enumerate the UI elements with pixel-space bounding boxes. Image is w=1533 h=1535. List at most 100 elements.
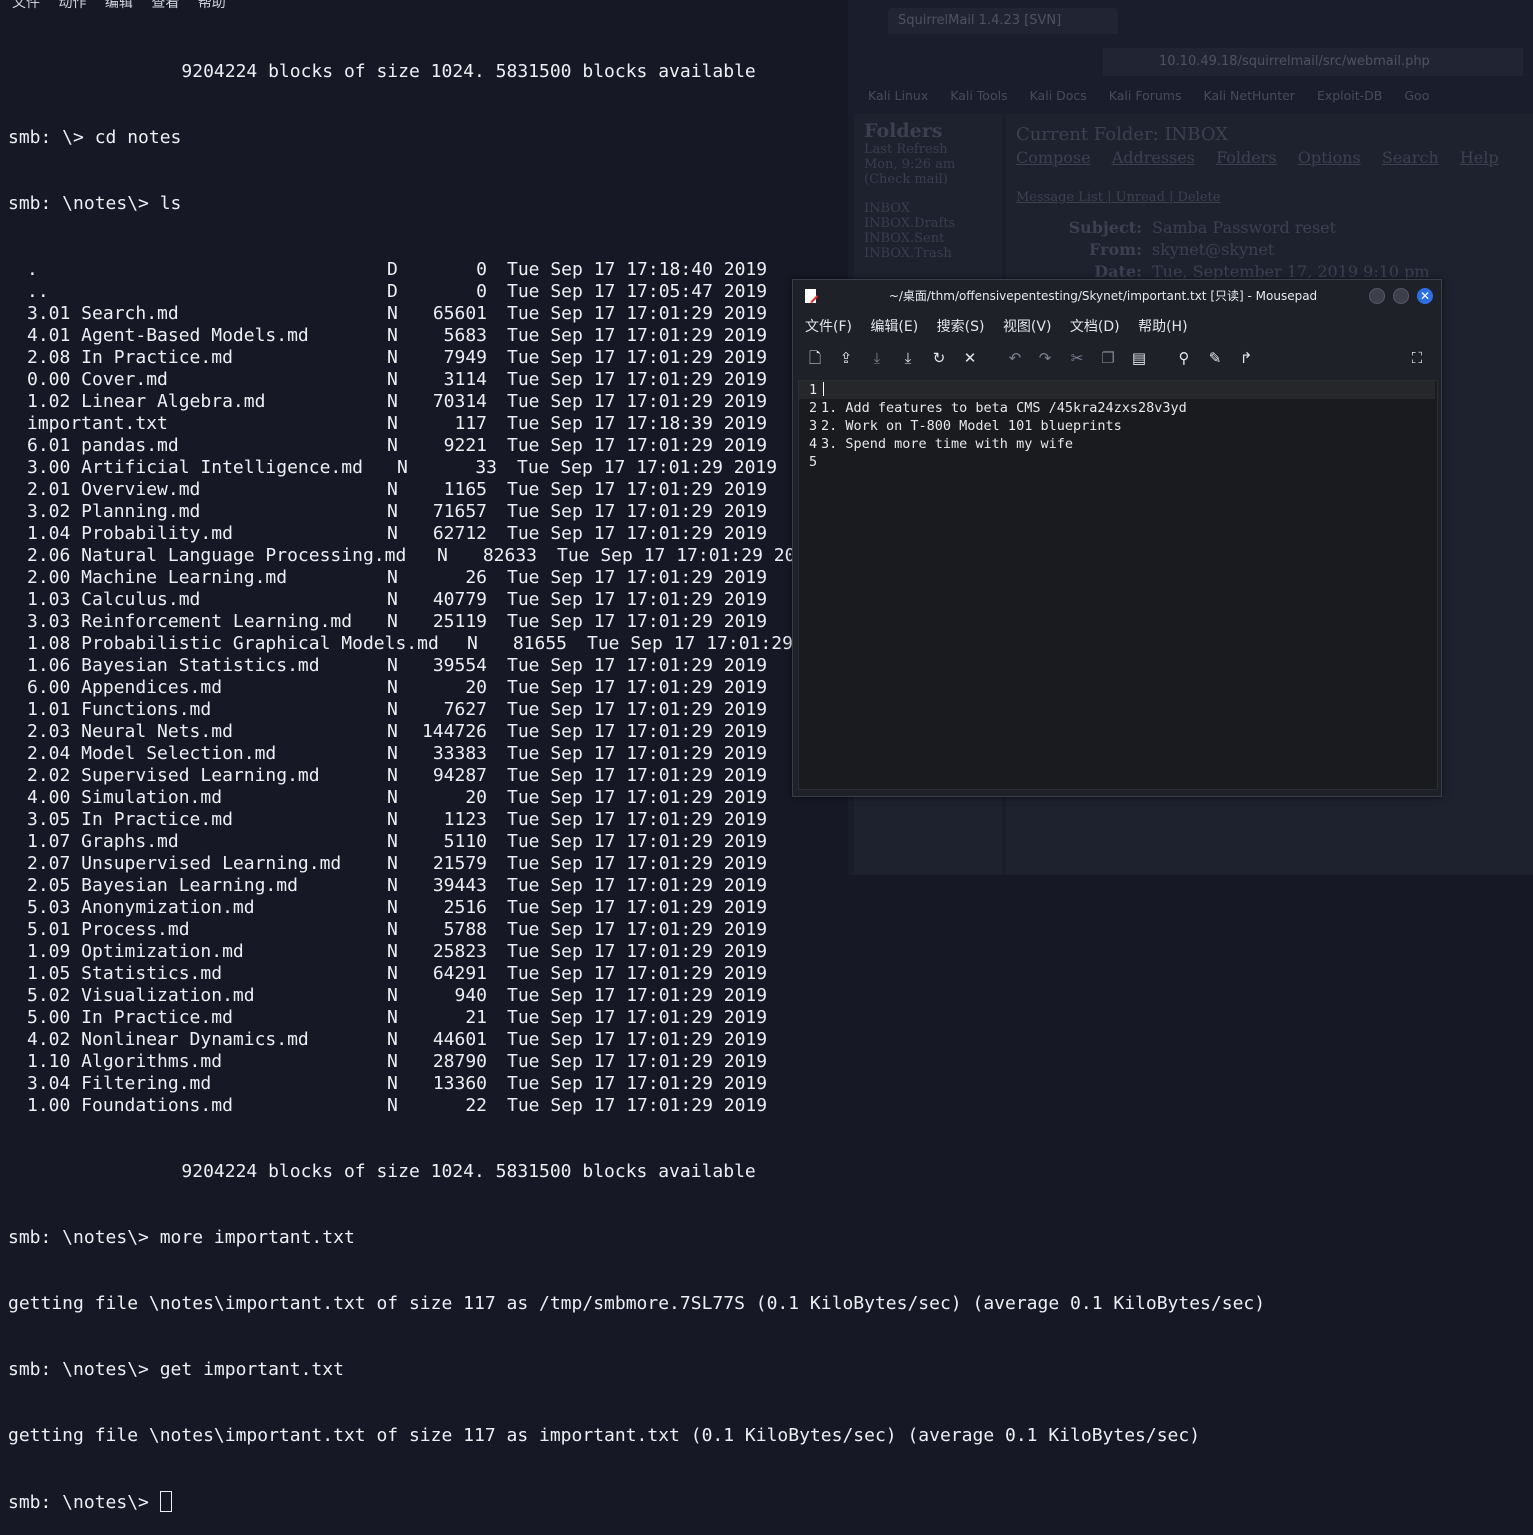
file-size: 940 bbox=[454, 985, 487, 1006]
fullscreen-icon[interactable]: ⛶ bbox=[1407, 348, 1427, 368]
file-date: Tue Sep 17 17:01:29 2019 bbox=[507, 435, 768, 456]
file-date: Tue Sep 17 17:01:29 2019 bbox=[507, 303, 768, 324]
file-size: 22 bbox=[465, 1095, 487, 1116]
menu-edit[interactable]: 编辑(E) bbox=[870, 319, 918, 335]
menu-help[interactable]: 帮助(H) bbox=[1138, 319, 1187, 335]
reload-icon[interactable]: ↻ bbox=[929, 348, 949, 368]
file-attr: N bbox=[387, 919, 398, 940]
menu-action[interactable]: 动作 bbox=[58, 0, 86, 11]
file-attr: N bbox=[387, 809, 398, 830]
file-attr: D bbox=[387, 259, 398, 280]
save-icon[interactable]: ⤓ bbox=[867, 348, 887, 368]
file-attr: N bbox=[387, 303, 398, 324]
menu-document[interactable]: 文档(D) bbox=[1070, 319, 1120, 335]
mousepad-titlebar[interactable]: ~/桌面/thm/offensivepentesting/Skynet/impo… bbox=[793, 280, 1441, 312]
file-attr: N bbox=[467, 633, 478, 654]
file-row: 2.05 Bayesian Learning.md N 39443 Tue Sep 1… bbox=[8, 875, 1508, 897]
menu-view[interactable]: 视图(V) bbox=[1003, 319, 1052, 335]
prompt-line[interactable]: smb: \notes\> bbox=[8, 1491, 1508, 1513]
terminal-menubar: 文件 动作 编辑 查看 帮助 bbox=[12, 0, 240, 11]
file-size: 39443 bbox=[432, 875, 487, 896]
search-icon[interactable]: ⚲ bbox=[1174, 348, 1194, 368]
file-name: 1.03 Calculus.md bbox=[27, 589, 201, 610]
file-attr: N bbox=[387, 1051, 398, 1072]
minimize-button[interactable] bbox=[1369, 288, 1385, 304]
maximize-button[interactable] bbox=[1393, 288, 1409, 304]
line-number: 5 bbox=[809, 454, 818, 470]
file-name: 5.02 Visualization.md bbox=[27, 985, 255, 1006]
prompt: smb: \notes\> bbox=[8, 1492, 160, 1513]
menu-file[interactable]: 文件(F) bbox=[805, 319, 852, 335]
menu-file[interactable]: 文件 bbox=[12, 0, 40, 11]
menu-view[interactable]: 查看 bbox=[151, 0, 179, 11]
file-name: 1.01 Functions.md bbox=[27, 699, 212, 720]
file-attr: N bbox=[387, 765, 398, 786]
file-date: Tue Sep 17 17:01:29 2019 bbox=[507, 677, 768, 698]
file-date: Tue Sep 17 17:01:29 2019 bbox=[507, 655, 768, 676]
file-size: 20 bbox=[465, 787, 487, 808]
file-name: 5.00 In Practice.md bbox=[27, 1007, 233, 1028]
file-date: Tue Sep 17 17:01:29 2019 bbox=[507, 391, 768, 412]
file-row: 4.02 Nonlinear Dynamics.md N 44601 Tue Sep … bbox=[8, 1029, 1508, 1051]
disk-usage-line: 9204224 blocks of size 1024. 5831500 blo… bbox=[8, 1161, 756, 1182]
file-attr: N bbox=[387, 1073, 398, 1094]
file-attr: N bbox=[387, 721, 398, 742]
save-as-icon[interactable]: ⤓ bbox=[898, 348, 918, 368]
file-date: Tue Sep 17 17:01:29 2019 bbox=[557, 545, 818, 566]
find-replace-icon[interactable]: ✎ bbox=[1205, 348, 1225, 368]
file-name: 3.02 Planning.md bbox=[27, 501, 201, 522]
file-size: 65601 bbox=[432, 303, 487, 324]
file-date: Tue Sep 17 17:01:29 2019 bbox=[507, 347, 768, 368]
file-size: 7627 bbox=[443, 699, 487, 720]
file-size: 81655 bbox=[512, 633, 567, 654]
file-attr: N bbox=[387, 611, 398, 632]
go-to-line-icon[interactable]: ↱ bbox=[1236, 348, 1256, 368]
redo-icon[interactable]: ↷ bbox=[1035, 348, 1055, 368]
file-size: 5788 bbox=[443, 919, 487, 940]
text-editor-area[interactable]: 1 2 1. Add features to beta CMS /45kra24z… bbox=[798, 380, 1438, 790]
line-text: 2. Work on T-800 Model 101 blueprints bbox=[821, 418, 1122, 434]
mousepad-window: ~/桌面/thm/offensivepentesting/Skynet/impo… bbox=[792, 279, 1442, 797]
file-size: 64291 bbox=[432, 963, 487, 984]
file-size: 94287 bbox=[432, 765, 487, 786]
file-name: . bbox=[27, 259, 38, 280]
cut-icon[interactable]: ✂ bbox=[1067, 348, 1087, 368]
open-file-icon[interactable]: ⇪ bbox=[836, 348, 856, 368]
file-name: 2.05 Bayesian Learning.md bbox=[27, 875, 298, 896]
file-row: 3.04 Filtering.md N 13360 Tue Sep 17 17:01:… bbox=[8, 1073, 1508, 1095]
file-attr: N bbox=[387, 1095, 398, 1116]
file-date: Tue Sep 17 17:01:29 2019 bbox=[507, 787, 768, 808]
file-size: 28790 bbox=[432, 1051, 487, 1072]
file-size: 70314 bbox=[432, 391, 487, 412]
terminal-cursor bbox=[159, 1491, 172, 1512]
file-date: Tue Sep 17 17:01:29 2019 bbox=[507, 765, 768, 786]
file-name: 1.06 Bayesian Statistics.md bbox=[27, 655, 320, 676]
file-date: Tue Sep 17 17:18:40 2019 bbox=[507, 259, 768, 280]
close-document-icon[interactable]: ✕ bbox=[960, 348, 980, 368]
menu-edit[interactable]: 编辑 bbox=[105, 0, 133, 11]
file-size: 0 bbox=[476, 259, 487, 280]
file-date: Tue Sep 17 17:01:29 2019 bbox=[507, 325, 768, 346]
undo-icon[interactable]: ↶ bbox=[1005, 348, 1025, 368]
file-attr: N bbox=[387, 677, 398, 698]
paste-icon[interactable]: ▤ bbox=[1129, 348, 1149, 368]
file-name: 2.01 Overview.md bbox=[27, 479, 201, 500]
file-row: 2.07 Unsupervised Learning.md N 21579 Tue S… bbox=[8, 853, 1508, 875]
file-date: Tue Sep 17 17:01:29 2019 bbox=[507, 501, 768, 522]
line-text: 1. Add features to beta CMS /45kra24zxs2… bbox=[821, 400, 1187, 416]
file-date: Tue Sep 17 17:01:29 2019 bbox=[507, 479, 768, 500]
menu-help[interactable]: 帮助 bbox=[198, 0, 226, 11]
copy-icon[interactable]: ❐ bbox=[1098, 348, 1118, 368]
file-date: Tue Sep 17 17:01:29 2019 bbox=[507, 699, 768, 720]
file-name: 5.01 Process.md bbox=[27, 919, 190, 940]
file-attr: N bbox=[387, 413, 398, 434]
file-name: .. bbox=[27, 281, 49, 302]
file-size: 20 bbox=[465, 677, 487, 698]
file-name: 1.09 Optimization.md bbox=[27, 941, 244, 962]
new-file-icon[interactable]: 🗋 bbox=[805, 348, 825, 368]
file-size: 82633 bbox=[482, 545, 537, 566]
close-button[interactable]: ✕ bbox=[1417, 288, 1433, 304]
menu-search[interactable]: 搜索(S) bbox=[937, 319, 985, 335]
file-date: Tue Sep 17 17:01:29 2019 bbox=[507, 853, 768, 874]
file-date: Tue Sep 17 17:01:29 2019 bbox=[507, 611, 768, 632]
